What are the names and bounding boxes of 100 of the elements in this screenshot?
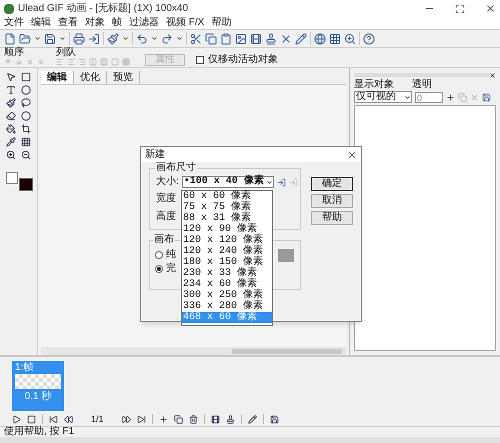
dialog-button[interactable]: 帮助: [311, 211, 353, 225]
list-option[interactable]: 75 x 75 像素: [182, 202, 272, 213]
select-icon[interactable]: [20, 72, 30, 82]
delete-icon[interactable]: [280, 32, 292, 44]
zoom-icon[interactable]: [344, 32, 356, 44]
color-swatch[interactable]: [278, 249, 294, 262]
size-dropdown[interactable]: •100 x 40 像素: [182, 176, 274, 188]
caret-icon[interactable]: [34, 35, 41, 42]
save-icon[interactable]: [270, 414, 279, 424]
frame-label: 1:帧: [15, 361, 34, 374]
circle-icon[interactable]: [20, 85, 30, 95]
cut-icon[interactable]: [190, 32, 202, 44]
menu-item[interactable]: 查看: [58, 18, 78, 28]
printer-icon[interactable]: [73, 32, 85, 44]
frame-delay: 0.1 秒: [24, 390, 52, 404]
next-frame-icon[interactable]: [122, 414, 131, 424]
import-icon: [288, 178, 298, 186]
help-icon[interactable]: [363, 32, 375, 44]
close-icon[interactable]: [489, 72, 496, 78]
tab[interactable]: 编辑: [41, 71, 74, 84]
edit-icon[interactable]: [248, 414, 257, 424]
group-title: 画布尺寸: [155, 163, 197, 173]
maximize-icon[interactable]: [455, 4, 465, 14]
add-icon[interactable]: [446, 92, 455, 102]
duplicate-frame-icon[interactable]: [174, 414, 183, 424]
menu-item[interactable]: 文件: [4, 18, 24, 28]
frame-counter: 1/1: [91, 414, 104, 424]
last-frame-icon[interactable]: [136, 414, 146, 424]
menu-item[interactable]: 帮助: [211, 18, 232, 28]
menu-item[interactable]: 视频 F/X: [166, 18, 204, 28]
list-option[interactable]: 230 x 33 像素: [182, 268, 272, 279]
delete-frame-icon[interactable]: [188, 414, 198, 424]
new-file-icon[interactable]: [4, 32, 16, 44]
caret-icon[interactable]: [176, 35, 183, 42]
menu-item[interactable]: 帧: [112, 18, 122, 28]
grid-icon[interactable]: [329, 32, 341, 44]
list-option[interactable]: 300 x 250 像素: [182, 290, 272, 301]
undo-icon[interactable]: [136, 32, 148, 44]
redo-icon[interactable]: [161, 32, 173, 44]
first-frame-icon[interactable]: [49, 414, 58, 424]
close-icon[interactable]: [485, 3, 496, 14]
height-label: 高度: [156, 212, 176, 222]
add-frame-icon[interactable]: [158, 414, 168, 424]
globe-icon[interactable]: [314, 32, 326, 44]
list-option[interactable]: 180 x 150 像素: [182, 257, 272, 268]
dialog-title: 新建: [145, 150, 165, 160]
dialog-button[interactable]: 确定: [311, 177, 353, 191]
caret-icon[interactable]: [59, 35, 66, 42]
opacity-field[interactable]: 0: [415, 92, 443, 102]
close-icon[interactable]: [347, 150, 357, 160]
menu-item[interactable]: 过滤器: [129, 18, 159, 28]
lasso-icon[interactable]: [20, 98, 30, 108]
folder-icon[interactable]: [19, 32, 31, 44]
stamp-icon[interactable]: [226, 414, 235, 424]
list-option[interactable]: 234 x 60 像素: [182, 279, 272, 290]
caret-icon[interactable]: [122, 35, 129, 42]
show-objects-dropdown[interactable]: 仅可视的: [354, 91, 412, 103]
caret-icon: [266, 178, 273, 186]
pointer-icon[interactable]: [6, 72, 16, 82]
checkbox-label: 仅移动活动对象: [208, 55, 278, 65]
menu-item[interactable]: 对象: [85, 18, 105, 28]
list-option[interactable]: 120 x 240 像素: [182, 246, 272, 257]
caret-icon: [404, 94, 411, 100]
ellipse-icon[interactable]: [20, 111, 30, 121]
text-icon[interactable]: [6, 85, 16, 95]
list-option[interactable]: 336 x 280 像素: [182, 301, 272, 312]
show-objects-label: 显示对象: [354, 80, 394, 90]
dialog-button[interactable]: 取消: [311, 194, 353, 208]
list-option[interactable]: 88 x 31 像素: [182, 213, 272, 224]
previous-frame-icon[interactable]: [64, 414, 73, 424]
play-icon[interactable]: [12, 414, 21, 424]
caret-icon[interactable]: [151, 35, 158, 42]
paste-icon[interactable]: [220, 32, 232, 44]
eyedropper-icon[interactable]: [6, 137, 16, 147]
list-option[interactable]: 120 x 120 像素: [182, 235, 272, 246]
foreground-swatch[interactable]: [6, 172, 18, 184]
background-swatch[interactable]: [19, 178, 33, 191]
checkbox[interactable]: [196, 56, 204, 64]
brush-icon[interactable]: [6, 98, 16, 108]
fill-icon[interactable]: [6, 124, 16, 134]
stop-icon[interactable]: [27, 414, 36, 424]
list-option[interactable]: 60 x 60 像素: [182, 191, 272, 202]
image-icon[interactable]: [235, 32, 247, 44]
zoom-out-icon[interactable]: [20, 150, 30, 160]
menu-item[interactable]: 编辑: [31, 18, 51, 28]
import-icon[interactable]: [88, 32, 100, 44]
crop-icon[interactable]: [20, 124, 30, 134]
app-icon: [4, 4, 14, 14]
width-label: 宽度: [156, 194, 176, 204]
import-icon[interactable]: [276, 178, 286, 186]
eraser-icon[interactable]: [6, 111, 16, 121]
list-option[interactable]: 120 x 90 像素: [182, 224, 272, 235]
radio-button[interactable]: [155, 251, 163, 259]
horizontal-scrollbar[interactable]: [41, 347, 346, 355]
copy-icon[interactable]: [205, 32, 217, 44]
zoom-in-icon[interactable]: [6, 150, 16, 160]
radio-button[interactable]: [155, 265, 163, 273]
film-icon[interactable]: [210, 414, 220, 424]
transparent-canvas: [15, 374, 61, 389]
actual-size-icon[interactable]: [20, 137, 30, 147]
